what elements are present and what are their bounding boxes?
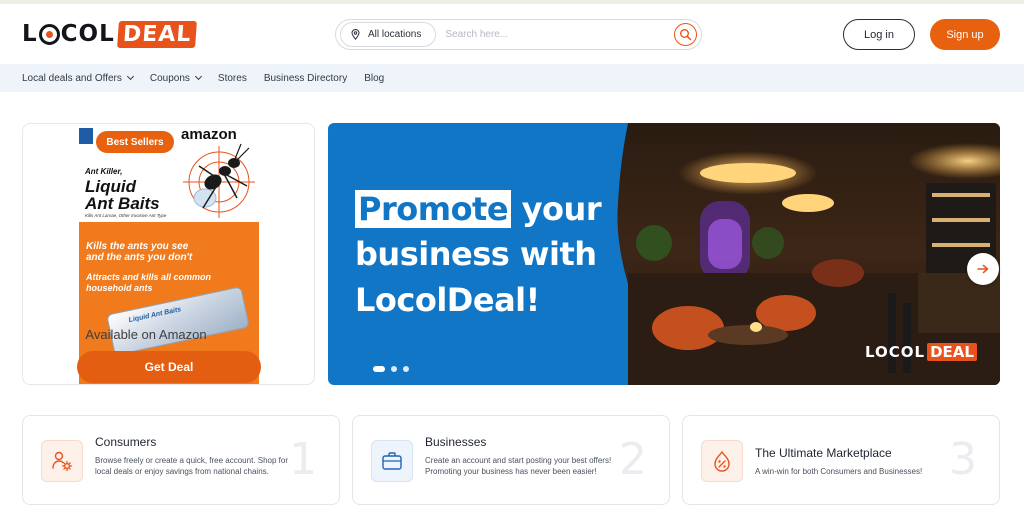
nav-item-label: Stores [217,72,247,84]
nav-local-deals[interactable]: Local deals and Offers [22,72,134,84]
nav-item-label: Coupons [149,72,190,84]
availability-text: Available on Amazon [85,327,207,342]
best-sellers-badge: Best Sellers [96,131,174,153]
feature-icon-box [41,440,83,482]
banner-headline-line1: Promote your [355,190,602,228]
top-border [0,0,1024,4]
ant-illustration [183,143,255,218]
arrow-right-icon [977,264,989,274]
chevron-down-icon [194,72,202,81]
hero-banner[interactable]: Promote your business with LocolDeal! LO… [328,123,1000,385]
logo-wordmark: L COL [22,21,115,47]
banner-headline-line3: LocolDeal! [355,281,540,319]
logo-deal-badge: DEAL [116,20,198,48]
search-button[interactable] [674,23,697,46]
carousel-next-button[interactable] [967,253,999,285]
chevron-down-icon [126,72,134,81]
feature-title: Consumers [95,435,157,449]
feature-number: 2 [619,434,647,485]
feature-number: 3 [949,434,977,485]
main-nav: Local deals and Offers Coupons Stores Bu… [0,64,1024,92]
package-brand-tab [79,128,93,144]
carousel-dots [373,366,409,372]
search-bar: All locations [335,19,702,50]
feature-card-marketplace: The Ultimate Marketplace A win-win for b… [682,415,1000,505]
nav-item-label: Blog [364,72,385,84]
site-logo[interactable]: L COL DEAL [22,19,198,49]
feature-description: Create an account and start posting your… [425,456,612,476]
feature-icon-box [701,440,743,482]
banner-headline-line2: business with [355,235,597,273]
location-pin-icon [351,29,360,40]
search-input[interactable] [445,29,661,40]
nav-coupons[interactable]: Coupons [149,72,202,84]
nav-blog[interactable]: Blog [364,73,384,84]
product-image[interactable]: amazon Ant Killer, Liquid Ant Baits Kill… [79,124,259,384]
nav-item-label: Business Directory [263,72,348,84]
feature-card-consumers: Consumers Browse freely or create a quic… [22,415,340,505]
user-gear-icon [52,451,73,472]
feature-title: The Ultimate Marketplace [755,446,892,460]
get-deal-button[interactable]: Get Deal [77,351,261,383]
feature-title: Businesses [425,435,487,449]
deal-card[interactable]: amazon Ant Killer, Liquid Ant Baits Kill… [22,123,315,385]
nav-item-label: Local deals and Offers [22,72,122,84]
login-button[interactable]: Log in [843,19,915,50]
discount-tag-icon [714,450,730,472]
feature-description: Browse freely or create a quick, free ac… [95,456,288,476]
feature-number: 1 [289,434,317,485]
logo-o-ring [38,23,60,45]
feature-description: A win-win for both Consumers and Busines… [755,467,923,476]
feature-card-businesses: Businesses Create an account and start p… [352,415,670,505]
location-selector[interactable]: All locations [340,22,437,47]
nav-stores[interactable]: Stores [218,73,247,84]
search-icon [680,29,692,41]
briefcase-icon [382,452,402,470]
carousel-dot-2[interactable] [391,366,397,372]
feature-icon-box [371,440,413,482]
carousel-dot-3[interactable] [403,366,409,372]
banner-logo: LOCOL DEAL [865,343,977,361]
banner-highlight-word: Promote [355,190,512,228]
signup-button[interactable]: Sign up [930,19,1000,50]
package-claim-2: Attracts and kills all common household a… [86,272,212,293]
location-label: All locations [368,29,422,40]
carousel-dot-1[interactable] [373,366,385,372]
package-claim-1: Kills the ants you see and the ants you d… [86,241,193,263]
nav-business-directory[interactable]: Business Directory [264,73,347,84]
package-title: Ant Killer, Liquid Ant Baits Kills Ant L… [85,167,167,218]
